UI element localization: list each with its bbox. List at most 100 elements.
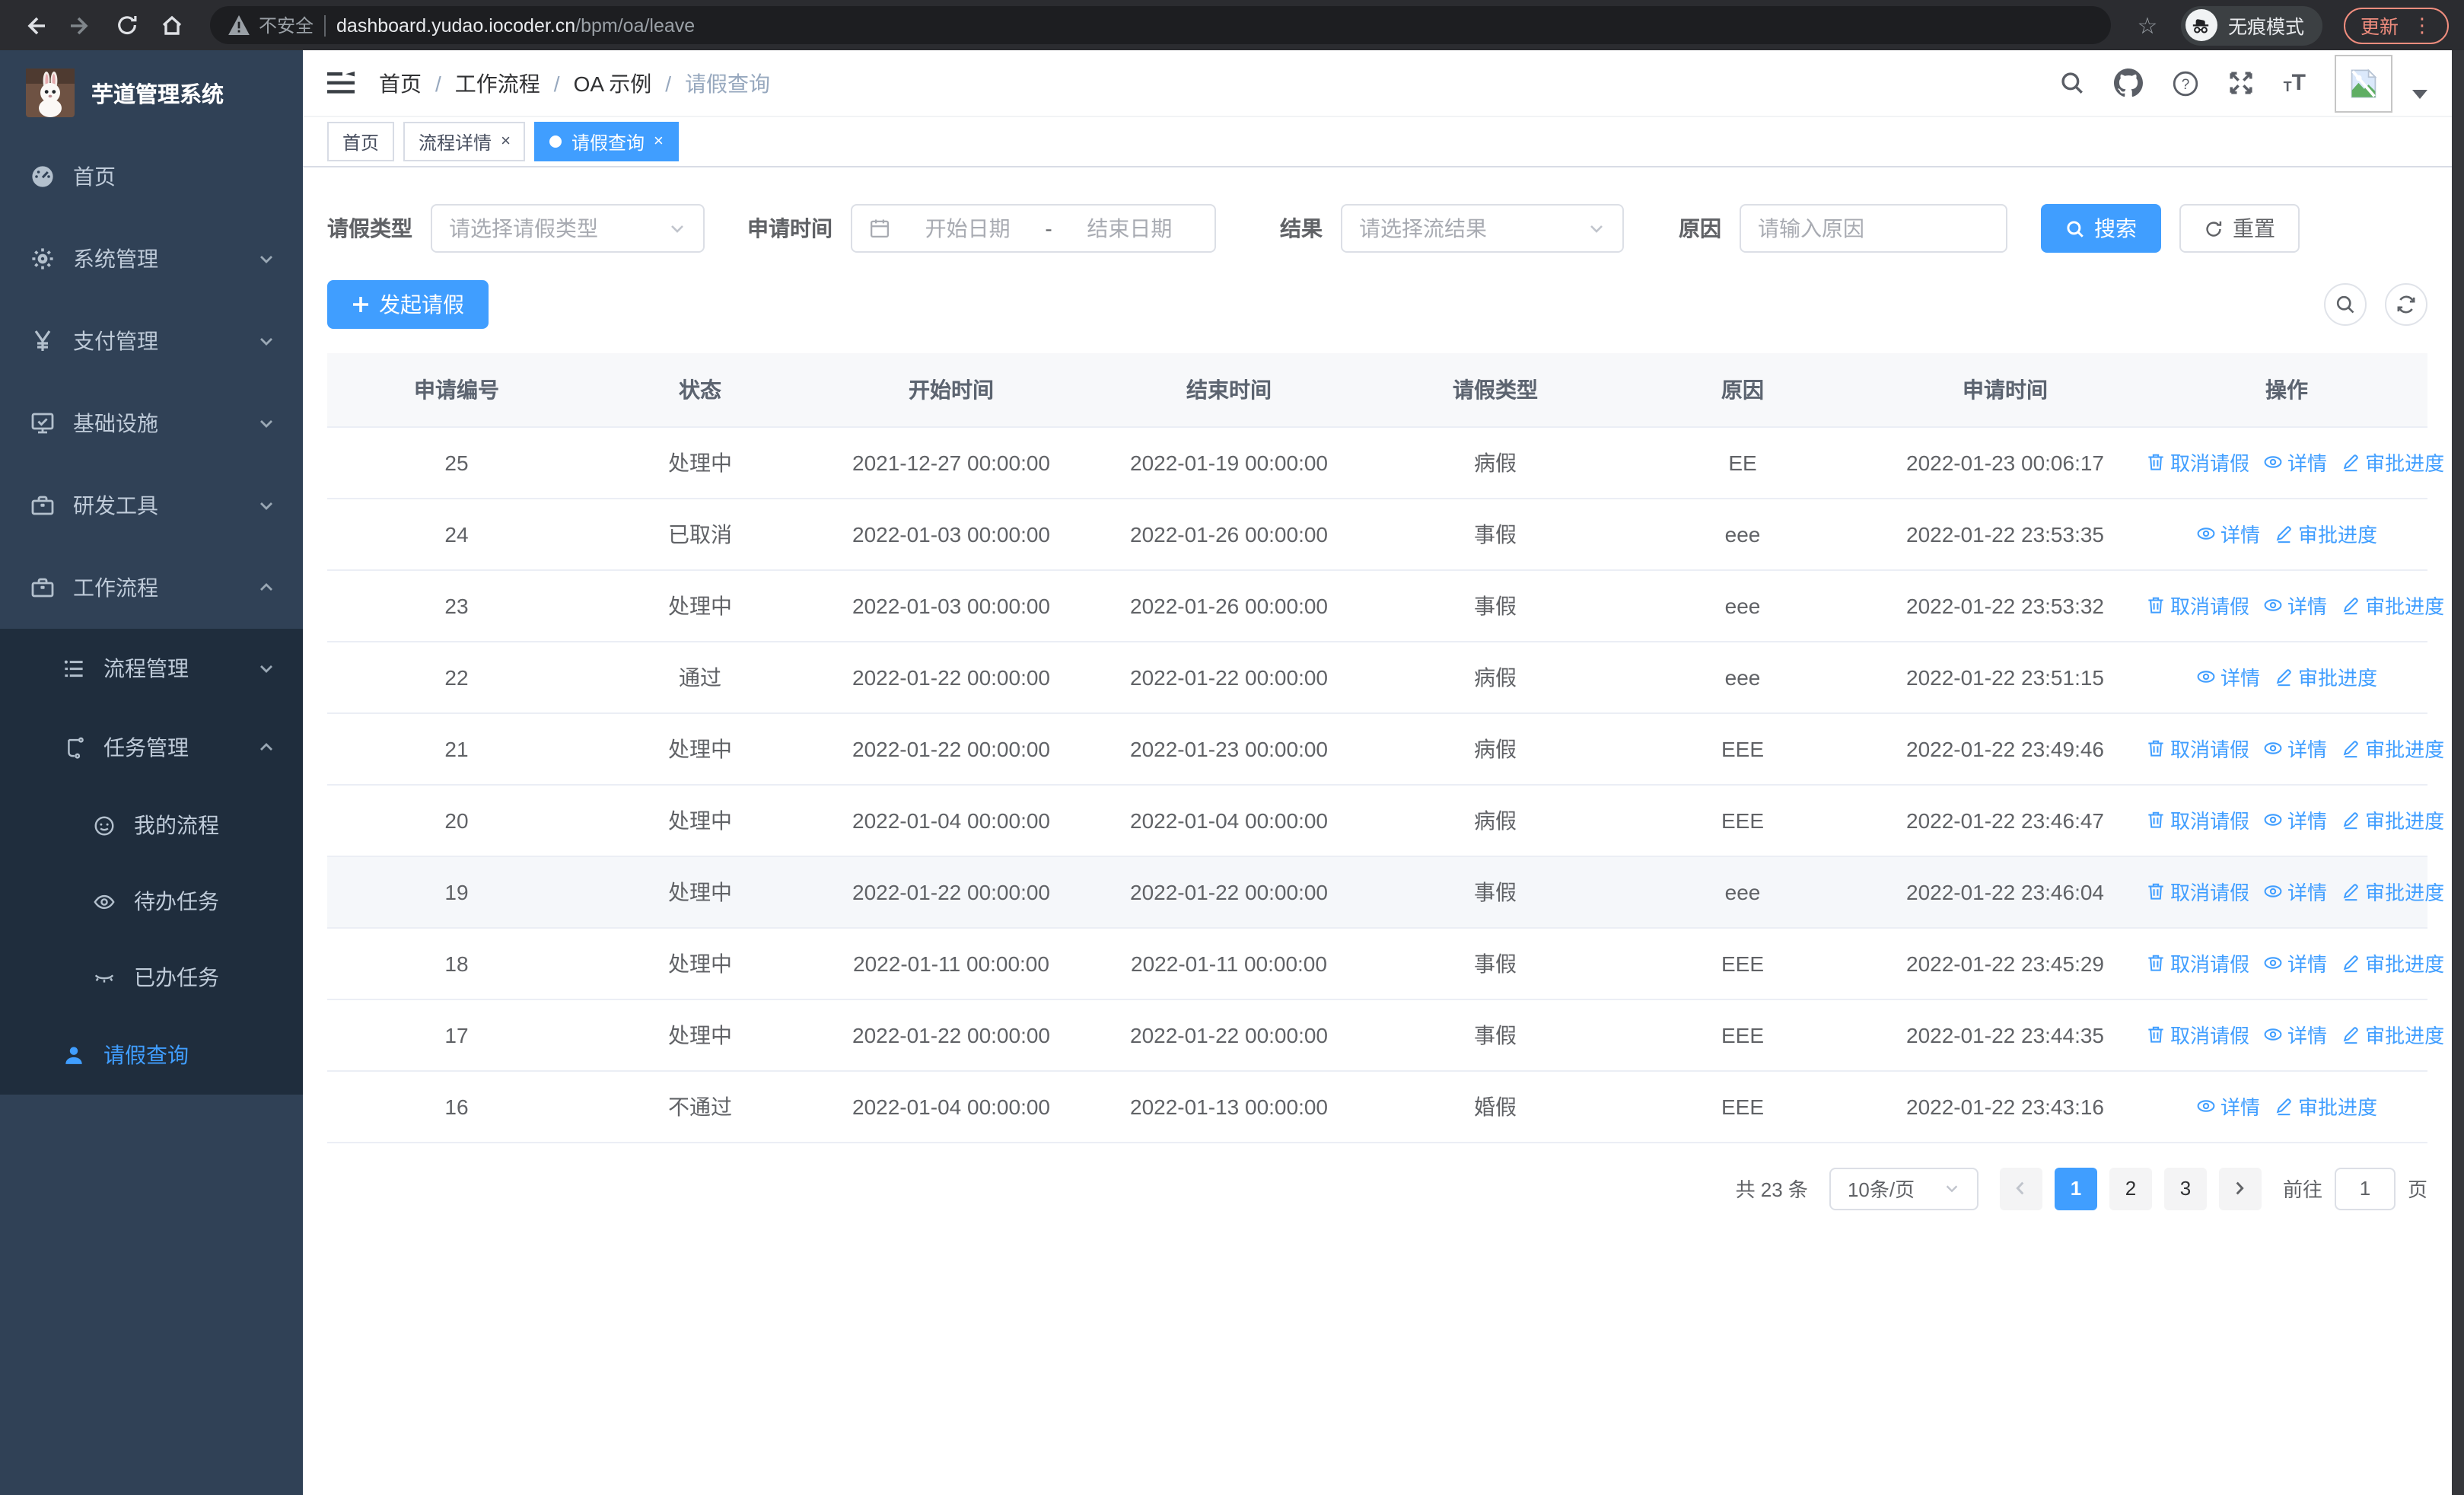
cell-reason: EEE	[1621, 712, 1864, 785]
result-select[interactable]: 请选择流结果	[1341, 204, 1624, 253]
sidebar-item-dev-tools[interactable]: 研发工具	[0, 464, 303, 547]
sidebar-item-workflow[interactable]: 工作流程	[0, 547, 303, 629]
next-page-icon[interactable]	[2218, 1167, 2262, 1210]
tab-home[interactable]: 首页	[327, 122, 395, 161]
reason-input[interactable]: 请输入原因	[1740, 204, 2007, 253]
breadcrumb-home[interactable]: 首页	[379, 68, 422, 98]
chevron-down-icon[interactable]	[2412, 89, 2427, 98]
sidebar-item-home[interactable]: 首页	[0, 135, 303, 218]
approval-progress-link[interactable]: 审批进度	[2341, 948, 2444, 977]
detail-link[interactable]: 详情	[2196, 662, 2260, 691]
page-button-2[interactable]: 2	[2109, 1167, 2152, 1210]
address-bar[interactable]: 不安全 dashboard.yudao.iocoder.cn/bpm/oa/le…	[210, 6, 2111, 44]
cell-reason: eee	[1621, 569, 1864, 642]
browser-menu-icon[interactable]: ⋮	[2412, 13, 2432, 37]
approval-progress-link[interactable]: 审批进度	[2274, 519, 2377, 548]
sidebar-item-done-tasks[interactable]: 已办任务	[0, 939, 303, 1015]
detail-link[interactable]: 详情	[2263, 805, 2327, 834]
cell-type: 事假	[1370, 569, 1621, 642]
sidebar-item-payment[interactable]: 支付管理	[0, 300, 303, 382]
sidebar-item-my-process[interactable]: 我的流程	[0, 787, 303, 863]
detail-link[interactable]: 详情	[2263, 448, 2327, 477]
chevron-down-icon	[257, 250, 275, 268]
app-logo[interactable]: 芋道管理系统	[0, 50, 303, 135]
approval-progress-link[interactable]: 审批进度	[2341, 734, 2444, 763]
approval-progress-link[interactable]: 审批进度	[2274, 662, 2377, 691]
cancel-leave-link[interactable]: 取消请假	[2146, 805, 2249, 834]
detail-link[interactable]: 详情	[2196, 519, 2260, 548]
tab-leave-query[interactable]: 请假查询 ×	[534, 122, 679, 161]
sidebar-collapse-icon[interactable]	[327, 72, 355, 94]
approval-progress-link[interactable]: 审批进度	[2274, 1092, 2377, 1120]
refresh-icon[interactable]	[2385, 283, 2427, 326]
cell-apply: 2022-01-22 23:46:47	[1864, 784, 2146, 856]
calendar-icon	[869, 218, 890, 239]
divider	[324, 14, 326, 36]
fullscreen-icon[interactable]	[2229, 70, 2255, 96]
cancel-leave-link[interactable]: 取消请假	[2146, 591, 2249, 620]
cell-type: 事假	[1370, 498, 1621, 570]
sidebar-item-process-management[interactable]: 流程管理	[0, 629, 303, 708]
show-search-icon[interactable]	[2324, 283, 2367, 326]
col-leave-type: 请假类型	[1370, 353, 1621, 427]
back-icon[interactable]	[15, 5, 55, 45]
cancel-leave-link[interactable]: 取消请假	[2146, 1020, 2249, 1049]
detail-link[interactable]: 详情	[2263, 591, 2327, 620]
detail-link[interactable]: 详情	[2196, 1092, 2260, 1120]
close-icon[interactable]: ×	[654, 132, 664, 151]
cell-actions: 取消请假 详情 审批进度	[2146, 999, 2444, 1071]
apply-time-range-picker[interactable]: 开始日期 - 结束日期	[851, 204, 1216, 253]
cell-status: 已取消	[586, 498, 814, 570]
page-button-3[interactable]: 3	[2163, 1167, 2207, 1210]
sidebar-item-todo-tasks[interactable]: 待办任务	[0, 863, 303, 939]
leave-type-select[interactable]: 请选择请假类型	[431, 204, 705, 253]
reset-button[interactable]: 重置	[2179, 204, 2300, 253]
goto-page-input[interactable]	[2334, 1167, 2396, 1210]
detail-link[interactable]: 详情	[2263, 734, 2327, 763]
cell-id: 16	[327, 1070, 586, 1143]
sidebar-item-infrastructure[interactable]: 基础设施	[0, 382, 303, 464]
approval-progress-link[interactable]: 审批进度	[2341, 877, 2444, 906]
cell-actions: 取消请假 详情 审批进度	[2146, 426, 2444, 499]
approval-progress-link[interactable]: 审批进度	[2341, 448, 2444, 477]
search-icon[interactable]	[2060, 70, 2086, 96]
approval-progress-link[interactable]: 审批进度	[2341, 805, 2444, 834]
avatar[interactable]	[2335, 54, 2392, 112]
breadcrumb-oa-example[interactable]: OA 示例	[574, 68, 652, 98]
sidebar-item-leave-query[interactable]: 请假查询	[0, 1015, 303, 1095]
reload-icon[interactable]	[107, 5, 146, 45]
detail-link[interactable]: 详情	[2263, 877, 2327, 906]
search-button[interactable]: 搜索	[2041, 204, 2161, 253]
create-leave-button[interactable]: 发起请假	[327, 280, 489, 329]
security-label: 不安全	[259, 15, 314, 37]
cancel-leave-link[interactable]: 取消请假	[2146, 734, 2249, 763]
cell-reason: EEE	[1621, 999, 1864, 1071]
forward-icon[interactable]	[61, 5, 100, 45]
cancel-leave-link[interactable]: 取消请假	[2146, 448, 2249, 477]
detail-link[interactable]: 详情	[2263, 1020, 2327, 1049]
close-icon[interactable]: ×	[501, 132, 511, 151]
update-button[interactable]: 更新 ⋮	[2343, 7, 2449, 43]
bookmark-star-icon[interactable]: ☆	[2129, 11, 2166, 39]
prev-page-icon[interactable]	[1999, 1167, 2042, 1210]
cancel-leave-link[interactable]: 取消请假	[2146, 948, 2249, 977]
sidebar-item-task-management[interactable]: 任务管理	[0, 708, 303, 787]
tab-process-detail[interactable]: 流程详情 ×	[403, 122, 526, 161]
font-size-icon[interactable]: TT	[2284, 72, 2306, 94]
sidebar-item-system[interactable]: 系统管理	[0, 218, 303, 300]
window-scrollbar[interactable]	[2452, 50, 2464, 1495]
help-icon[interactable]: ?	[2173, 69, 2200, 97]
github-icon[interactable]	[2114, 69, 2144, 97]
approval-progress-link[interactable]: 审批进度	[2341, 591, 2444, 620]
table-row: 17 处理中 2022-01-22 00:00:00 2022-01-22 00:00…	[327, 999, 2444, 1071]
approval-progress-link[interactable]: 审批进度	[2341, 1020, 2444, 1049]
detail-link[interactable]: 详情	[2263, 948, 2327, 977]
user-icon	[61, 1043, 85, 1067]
page-size-select[interactable]: 10条/页	[1829, 1167, 1979, 1210]
breadcrumb-workflow[interactable]: 工作流程	[455, 68, 540, 98]
cell-actions: 取消请假 详情 审批进度	[2146, 856, 2444, 928]
page-button-1[interactable]: 1	[2054, 1167, 2097, 1210]
home-icon[interactable]	[152, 5, 192, 45]
cancel-leave-link[interactable]: 取消请假	[2146, 877, 2249, 906]
cell-type: 事假	[1370, 856, 1621, 928]
